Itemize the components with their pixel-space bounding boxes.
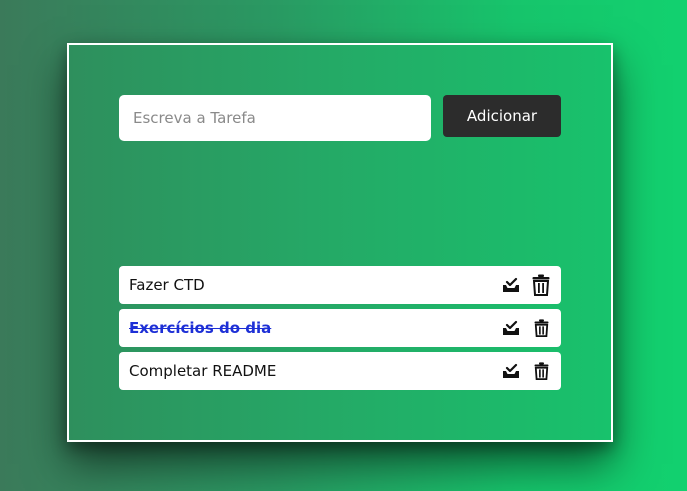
trash-icon[interactable] — [531, 360, 551, 382]
inbox-check-icon[interactable] — [501, 274, 521, 296]
todo-card: Adicionar Fazer CTD Exercíci — [67, 43, 613, 442]
trash-icon[interactable] — [531, 274, 551, 296]
task-text: Fazer CTD — [129, 276, 205, 294]
list-item: Exercícios do dia — [119, 309, 561, 347]
add-task-button[interactable]: Adicionar — [443, 95, 561, 137]
list-item: Completar README — [119, 352, 561, 390]
inbox-check-icon[interactable] — [501, 360, 521, 382]
task-text-completed: Exercícios do dia — [129, 319, 272, 337]
task-list: Fazer CTD Exercícios do dia Completar RE… — [119, 266, 561, 395]
task-input[interactable] — [119, 95, 431, 141]
inbox-check-icon[interactable] — [501, 317, 521, 339]
list-item: Fazer CTD — [119, 266, 561, 304]
task-text: Completar README — [129, 362, 277, 380]
trash-icon[interactable] — [531, 317, 551, 339]
